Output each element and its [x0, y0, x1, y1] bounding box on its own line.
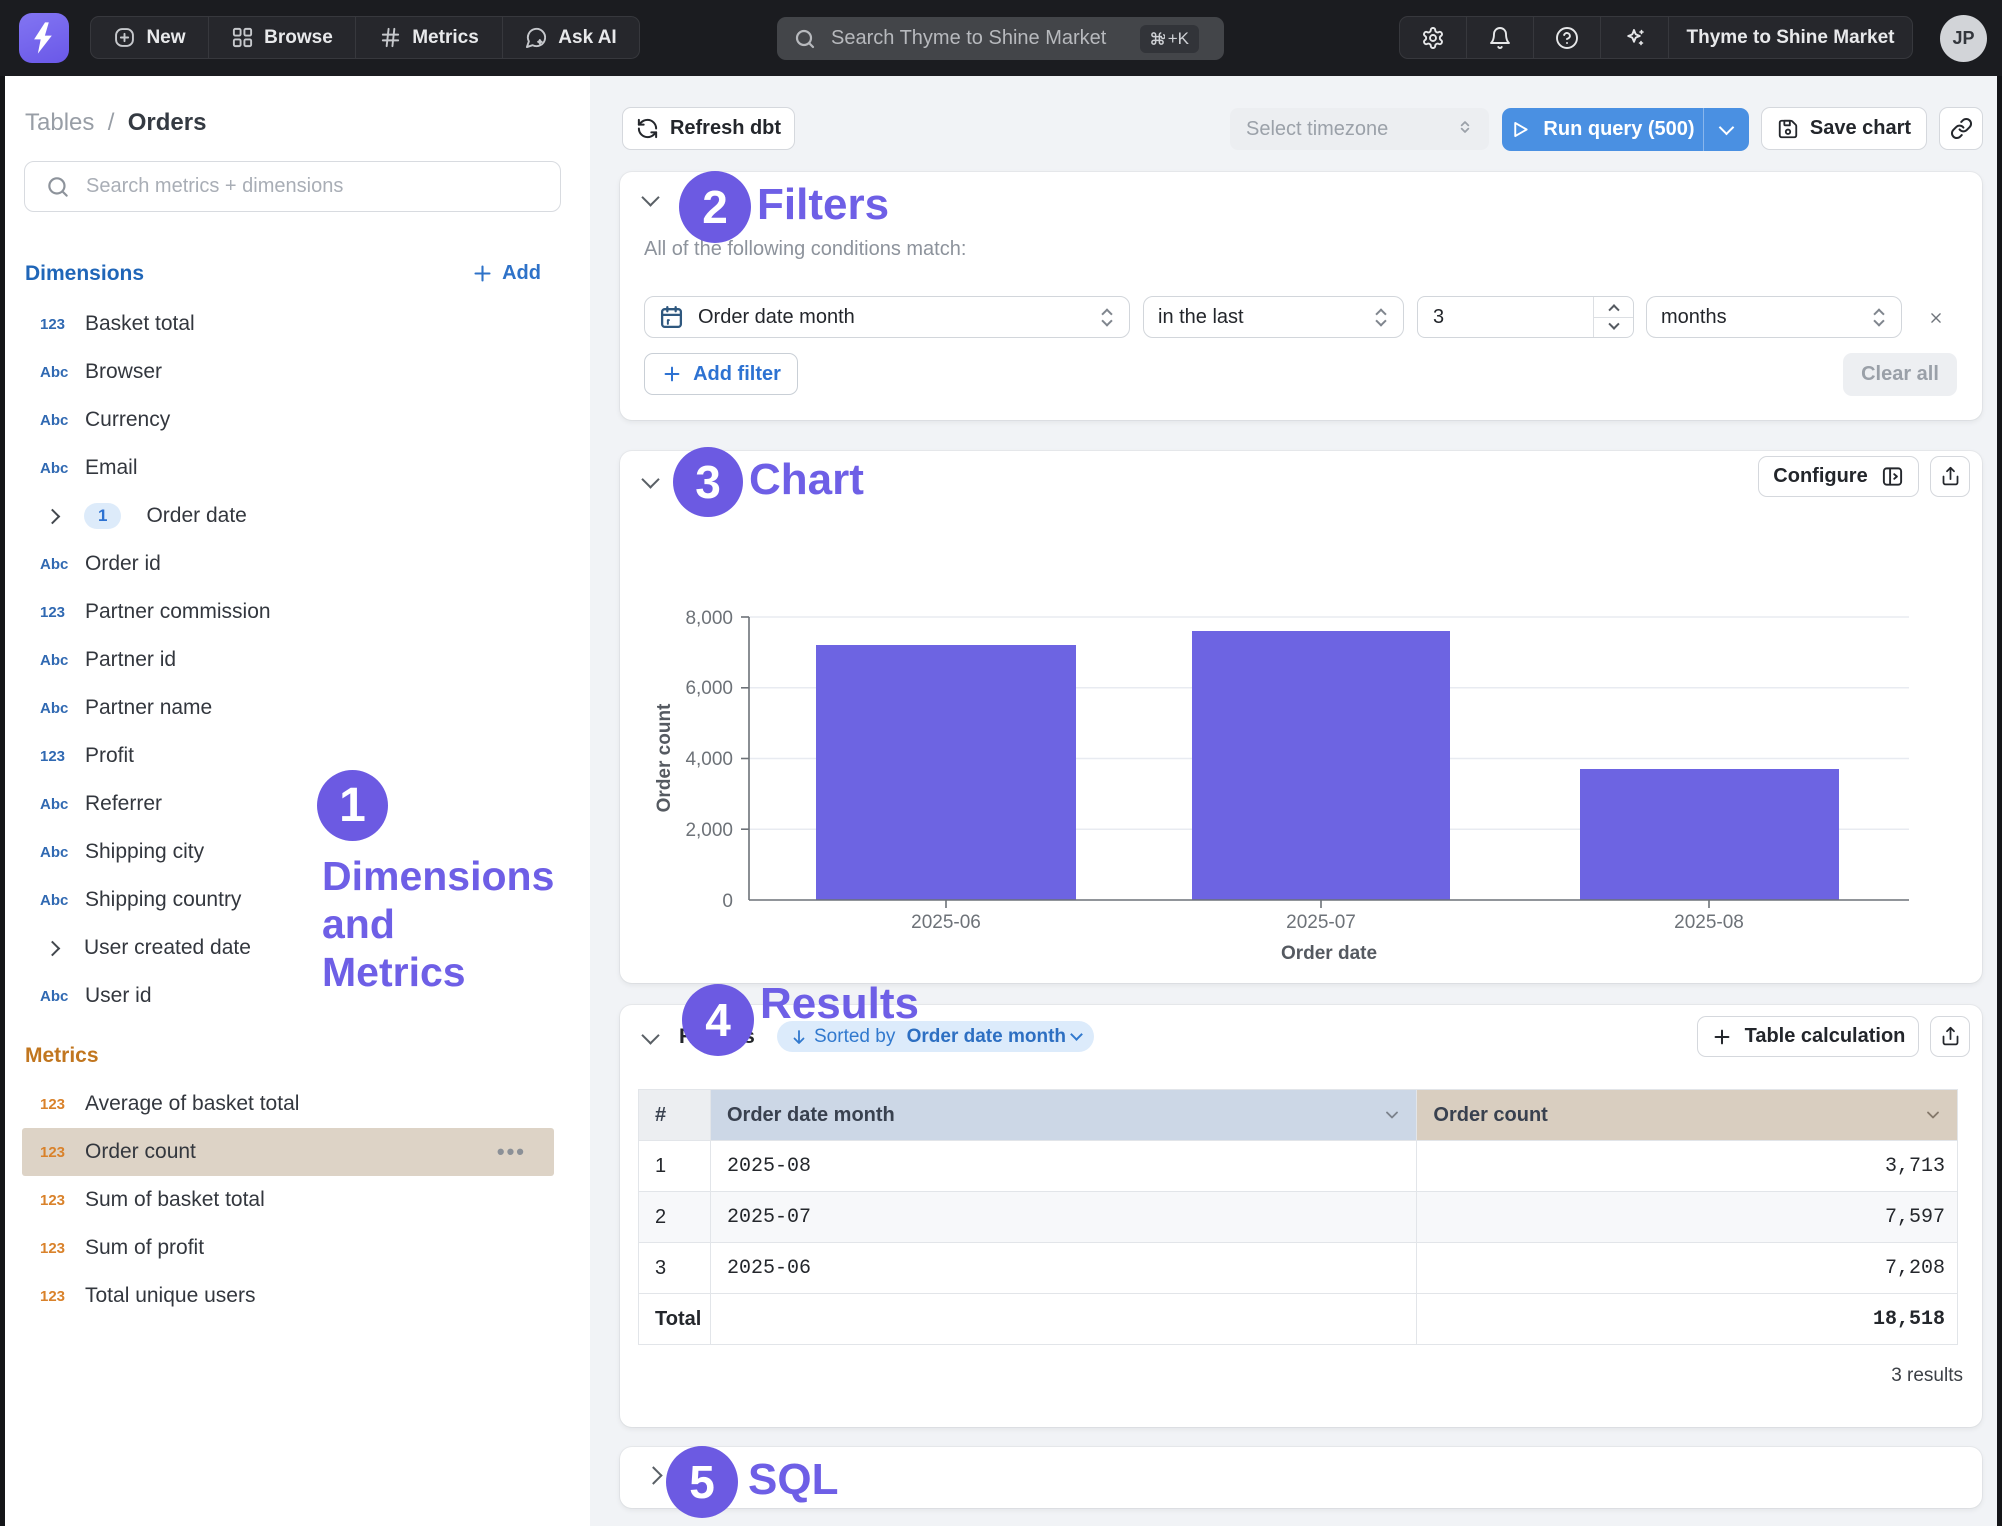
svg-text:2025-08: 2025-08 [1674, 912, 1744, 933]
svg-text:Order count: Order count [654, 703, 675, 812]
svg-text:Order date: Order date [1281, 943, 1377, 964]
svg-text:2025-07: 2025-07 [1286, 912, 1356, 933]
svg-text:0: 0 [722, 891, 733, 912]
svg-text:2025-06: 2025-06 [911, 912, 981, 933]
svg-text:2,000: 2,000 [685, 820, 733, 841]
svg-text:4,000: 4,000 [685, 749, 733, 770]
svg-text:6,000: 6,000 [685, 678, 733, 699]
svg-text:8,000: 8,000 [685, 608, 733, 629]
